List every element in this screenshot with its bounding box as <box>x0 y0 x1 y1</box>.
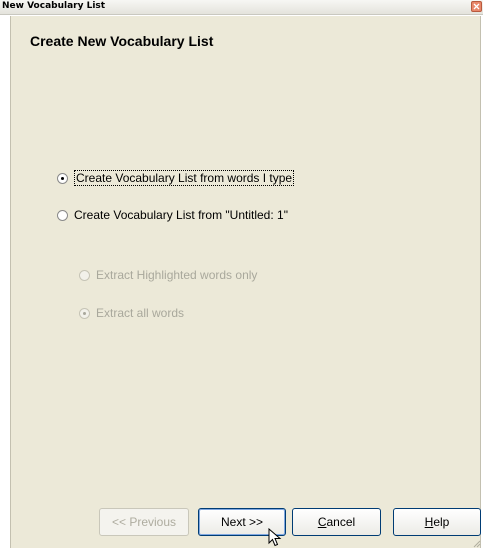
mouse-cursor-icon <box>268 528 282 547</box>
page-title: Create New Vocabulary List <box>30 33 214 49</box>
radio-from-typed[interactable] <box>57 172 68 184</box>
radio-from-document[interactable] <box>57 209 68 221</box>
wizard-panel: Create New Vocabulary List Create Vocabu… <box>10 16 481 548</box>
previous-button: << Previous <box>99 508 189 536</box>
option-from-typed-label: Create Vocabulary List from words I type <box>74 170 295 186</box>
help-button[interactable]: Help <box>393 508 481 536</box>
window-title: New Vocabulary List <box>2 1 106 11</box>
radio-all-words <box>79 307 90 319</box>
option-from-document[interactable]: Create Vocabulary List from "Untitled: 1… <box>57 208 288 222</box>
option-from-typed[interactable]: Create Vocabulary List from words I type <box>57 170 295 186</box>
title-bar: New Vocabulary List <box>0 0 483 15</box>
option-all-words-label: Extract all words <box>96 306 185 320</box>
cancel-button[interactable]: Cancel <box>292 508 381 536</box>
cancel-label: ancel <box>326 515 356 529</box>
option-highlighted-only: Extract Highlighted words only <box>79 268 257 282</box>
help-label: elp <box>433 515 450 529</box>
close-button[interactable] <box>471 1 482 12</box>
option-from-document-label: Create Vocabulary List from "Untitled: 1… <box>74 208 288 222</box>
option-all-words: Extract all words <box>79 306 184 320</box>
close-icon <box>473 3 480 10</box>
radio-highlighted-only <box>79 269 90 281</box>
resize-grip-icon[interactable] <box>471 538 481 548</box>
option-highlighted-only-label: Extract Highlighted words only <box>96 268 258 282</box>
